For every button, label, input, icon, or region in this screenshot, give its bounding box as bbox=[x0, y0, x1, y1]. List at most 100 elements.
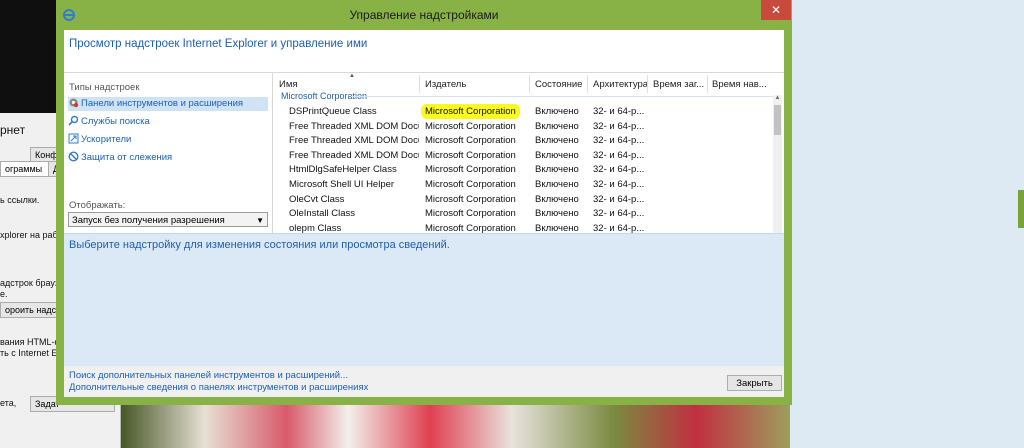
cell-publisher-text: Microsoft Corporation bbox=[425, 164, 516, 176]
cell-architecture: 32- и 64-р... bbox=[593, 163, 645, 177]
cell-architecture-text: 32- и 64-р... bbox=[593, 135, 645, 147]
cell-status: Включено bbox=[535, 178, 587, 192]
dialog-heading: Просмотр надстроек Internet Explorer и у… bbox=[69, 38, 368, 50]
cell-name-text: HtmlDlgSafeHelper Class bbox=[289, 164, 397, 176]
chevron-down-icon: ▼ bbox=[256, 216, 264, 225]
cell-architecture: 32- и 64-р... bbox=[593, 149, 645, 163]
cell-publisher: Microsoft Corporation bbox=[425, 193, 527, 207]
scroll-up-icon[interactable]: ▲ bbox=[773, 95, 782, 103]
column-header-publisher[interactable]: Издатель bbox=[425, 79, 466, 90]
table-row[interactable]: Microsoft Shell UI Helper Microsoft Corpo… bbox=[273, 178, 773, 192]
cell-name: Free Threaded XML DOM Docu... bbox=[289, 134, 419, 148]
show-label: Отображать: bbox=[69, 200, 126, 211]
cell-publisher: Microsoft Corporation bbox=[425, 222, 527, 233]
cell-architecture-text: 32- и 64-р... bbox=[593, 106, 645, 117]
cell-publisher-text: Microsoft Corporation bbox=[425, 208, 516, 220]
close-icon[interactable]: ✕ bbox=[761, 0, 791, 20]
find-more-link[interactable]: Поиск дополнительных панелей инструменто… bbox=[69, 370, 348, 381]
cell-status-text: Включено bbox=[535, 149, 579, 161]
cell-architecture-text: 32- и 64-р... bbox=[593, 149, 645, 161]
column-divider[interactable] bbox=[647, 75, 648, 93]
cell-name: Microsoft Shell UI Helper bbox=[289, 178, 419, 192]
tab-programs[interactable]: ограммы bbox=[0, 161, 52, 177]
cell-status-text: Включено bbox=[535, 208, 579, 220]
table-row[interactable]: HtmlDlgSafeHelper Class Microsoft Corpora… bbox=[273, 163, 773, 177]
text-fragment: адстрок браузе bbox=[0, 278, 64, 288]
scroll-thumb[interactable] bbox=[774, 105, 781, 135]
cell-name-text: olepm Class bbox=[289, 222, 342, 233]
sort-up-icon: ▲ bbox=[349, 73, 355, 79]
gear-icon bbox=[69, 98, 79, 108]
column-header-architecture[interactable]: Архитектура bbox=[593, 79, 648, 90]
background-accent bbox=[1018, 190, 1024, 228]
column-header-name[interactable]: Имя bbox=[279, 79, 298, 90]
addon-type-toolbars[interactable]: Панели инструментов и расширения bbox=[68, 97, 268, 111]
details-pane: Выберите надстройку для изменения состоя… bbox=[64, 233, 784, 367]
close-button[interactable]: Закрыть bbox=[727, 375, 782, 391]
cell-architecture: 32- и 64-р... bbox=[593, 120, 645, 134]
text-fragment: ь ссылки. bbox=[0, 195, 40, 205]
cell-name-text: Free Threaded XML DOM Docu... bbox=[289, 149, 419, 161]
cell-architecture-text: 32- и 64-р... bbox=[593, 208, 645, 220]
addon-type-search[interactable]: Службы поиска bbox=[68, 115, 150, 129]
addon-type-label: Панели инструментов и расширения bbox=[81, 98, 244, 109]
cell-name: OleCvt Class bbox=[289, 193, 419, 207]
cell-publisher-text: Microsoft Corporation bbox=[425, 120, 516, 132]
cell-architecture-text: 32- и 64-р... bbox=[593, 120, 645, 132]
text-fragment: xplorer на рабо bbox=[0, 230, 63, 240]
column-divider[interactable] bbox=[419, 75, 420, 93]
show-dropdown-value: Запуск без получения разрешения bbox=[72, 215, 225, 226]
cell-architecture: 32- и 64-р... bbox=[593, 193, 645, 207]
cell-status-text: Включено bbox=[535, 106, 579, 117]
cell-publisher-text: Microsoft Corporation bbox=[421, 104, 520, 119]
table-row[interactable]: Free Threaded XML DOM Docu... Microsoft C… bbox=[273, 134, 773, 148]
cell-name-text: Free Threaded XML DOM Docu... bbox=[289, 135, 419, 147]
cell-publisher-text: Microsoft Corporation bbox=[425, 135, 516, 147]
addon-types-title: Типы надстроек bbox=[69, 82, 140, 93]
background-window-right bbox=[790, 0, 1024, 448]
cell-status: Включено bbox=[535, 163, 587, 177]
cell-architecture: 32- и 64-р... bbox=[593, 105, 645, 119]
table-row[interactable]: OleCvt Class Microsoft Corporation Включен… bbox=[273, 193, 773, 207]
column-divider[interactable] bbox=[529, 75, 530, 93]
cell-architecture: 32- и 64-р... bbox=[593, 222, 645, 233]
cell-name: Free Threaded XML DOM Docu... bbox=[289, 120, 419, 134]
cell-status: Включено bbox=[535, 105, 587, 119]
learn-more-link[interactable]: Дополнительные сведения о панелях инстру… bbox=[69, 382, 368, 393]
addon-type-accelerators[interactable]: Ускорители bbox=[68, 133, 131, 147]
title-bar: Управление надстройками ✕ bbox=[56, 0, 792, 30]
cell-status: Включено bbox=[535, 193, 587, 207]
cell-publisher: Microsoft Corporation bbox=[425, 120, 527, 134]
column-header-status[interactable]: Состояние bbox=[535, 79, 582, 90]
window-title-fragment: рнет bbox=[0, 123, 26, 137]
cell-status: Включено bbox=[535, 207, 587, 221]
cell-architecture: 32- и 64-р... bbox=[593, 178, 645, 192]
column-header-load-time[interactable]: Время заг... bbox=[653, 79, 705, 90]
cell-publisher: Microsoft Corporation bbox=[421, 104, 527, 119]
column-divider[interactable] bbox=[587, 75, 588, 93]
cell-status-text: Включено bbox=[535, 135, 579, 147]
column-divider[interactable] bbox=[707, 75, 708, 93]
cell-name-text: OleInstall Class bbox=[289, 208, 355, 220]
cell-publisher-text: Microsoft Corporation bbox=[425, 179, 516, 190]
cell-publisher: Microsoft Corporation bbox=[425, 149, 527, 163]
addon-type-tracking-protection[interactable]: Защита от слежения bbox=[68, 151, 172, 165]
vertical-scrollbar[interactable]: ▲ bbox=[773, 95, 782, 233]
table-row[interactable]: olepm Class Microsoft Corporation Включено… bbox=[273, 222, 773, 233]
table-row[interactable]: OleInstall Class Microsoft Corporation Вкл… bbox=[273, 207, 773, 221]
table-row[interactable]: Free Threaded XML DOM Docu... Microsoft C… bbox=[273, 120, 773, 134]
table-row[interactable]: Free Threaded XML DOM Docu... Microsoft C… bbox=[273, 149, 773, 163]
addon-types-pane: Типы надстроек Панели инструментов и рас… bbox=[64, 73, 272, 233]
table-row[interactable]: DSPrintQueue Class Microsoft Corporation В… bbox=[273, 104, 773, 119]
cell-status-text: Включено bbox=[535, 193, 579, 205]
cell-name-text: OleCvt Class bbox=[289, 193, 345, 205]
dialog-title: Управление надстройками bbox=[349, 8, 499, 22]
show-dropdown[interactable]: Запуск без получения разрешения ▼ bbox=[68, 212, 268, 227]
text-fragment: ета, bbox=[0, 398, 17, 408]
cell-name: OleInstall Class bbox=[289, 207, 419, 221]
column-header-navigation-time[interactable]: Время нав... bbox=[712, 79, 770, 90]
cell-status: Включено bbox=[535, 134, 587, 148]
cell-publisher: Microsoft Corporation bbox=[425, 163, 527, 177]
cell-publisher: Microsoft Corporation bbox=[425, 134, 527, 148]
cell-publisher: Microsoft Corporation bbox=[425, 178, 527, 192]
